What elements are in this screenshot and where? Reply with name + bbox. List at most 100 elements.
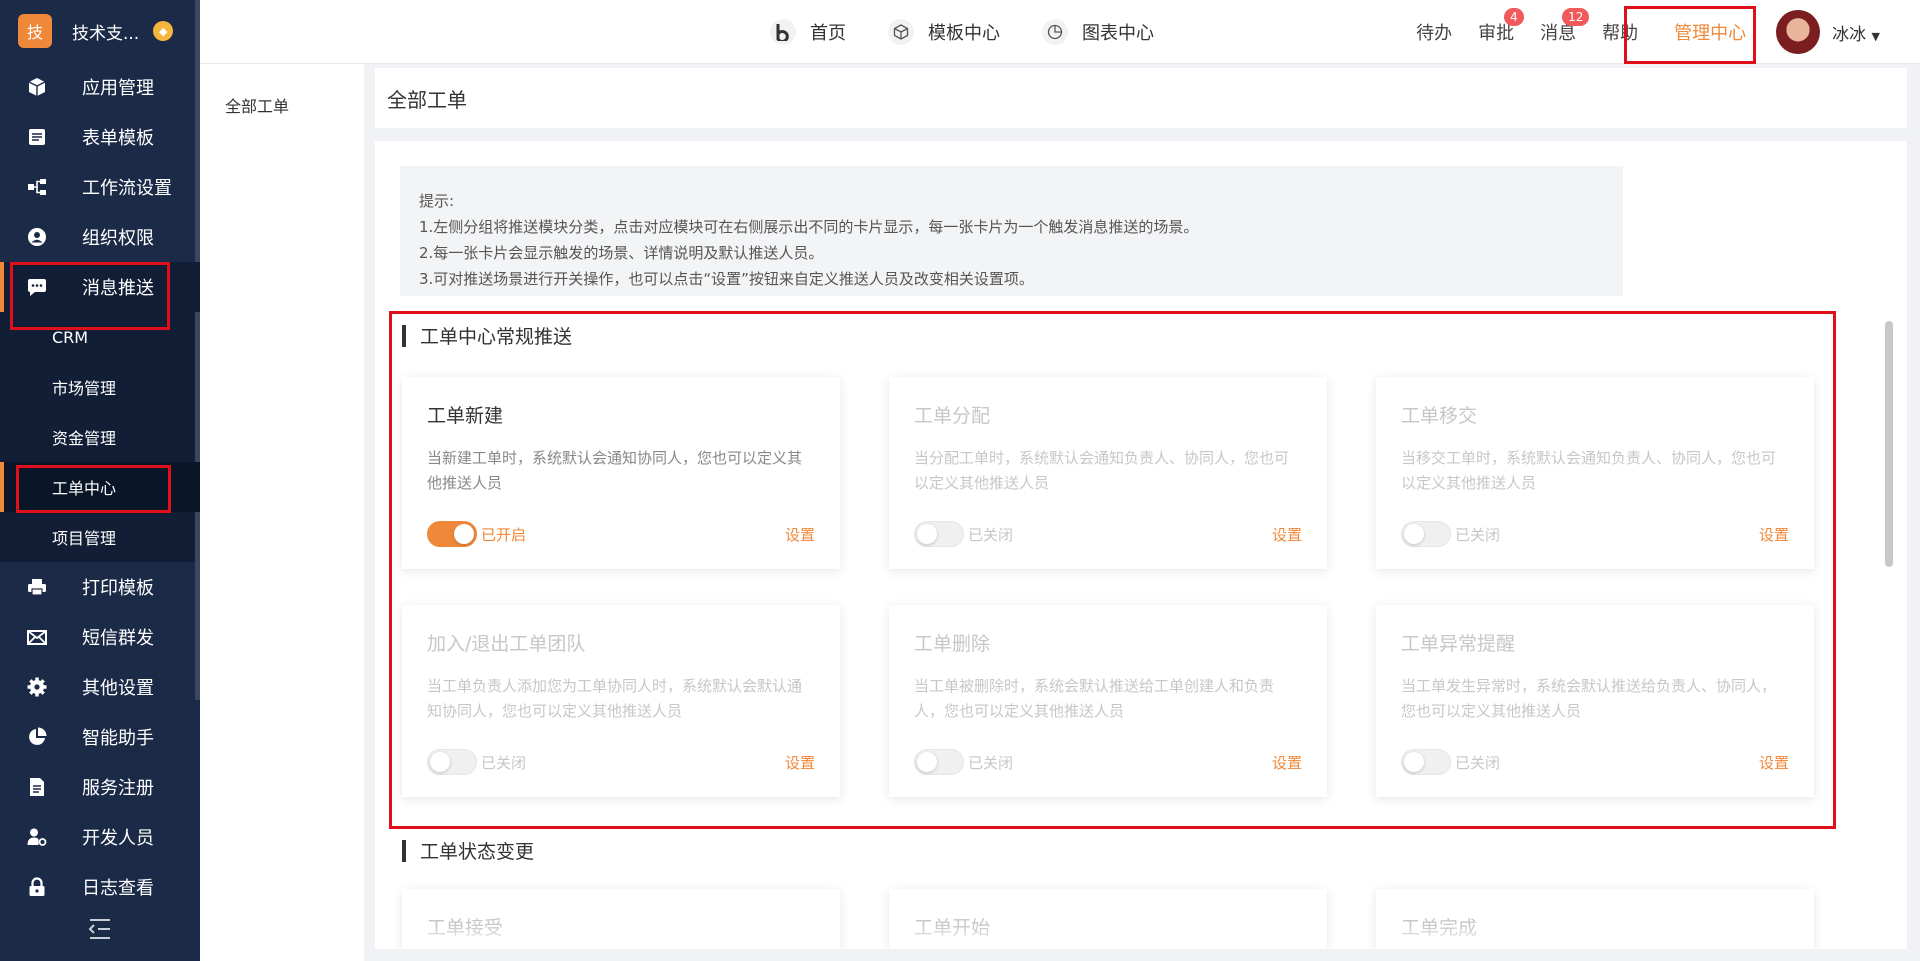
sidebar-item-workflow[interactable]: 工作流设置 bbox=[0, 162, 200, 212]
sidebar-item-label: 应用管理 bbox=[82, 78, 154, 99]
toggle-group: 已关闭 bbox=[1401, 749, 1500, 775]
sidebar-item-label: 日志查看 bbox=[82, 878, 154, 899]
top-nav-label: 图表中心 bbox=[1082, 23, 1154, 44]
push-toggle[interactable] bbox=[1401, 521, 1451, 547]
toggle-status: 已关闭 bbox=[481, 753, 527, 772]
cube-outline-icon bbox=[888, 19, 914, 45]
card-title: 工单异常提醒 bbox=[1401, 633, 1516, 655]
settings-link[interactable]: 设置 bbox=[1759, 752, 1789, 773]
toggle-group: 已关闭 bbox=[914, 749, 1013, 775]
sidebar-submenu: CRM 市场管理 资金管理 工单中心 项目管理 bbox=[0, 312, 200, 562]
sidebar-item-logs[interactable]: 日志查看 bbox=[0, 862, 200, 912]
toggle-status: 已开启 bbox=[481, 525, 527, 544]
sidebar-item-org-permissions[interactable]: 组织权限 bbox=[0, 212, 200, 262]
lock-icon bbox=[26, 876, 48, 898]
push-toggle[interactable] bbox=[427, 521, 477, 547]
user-menu[interactable]: 冰冰 ▼ bbox=[1832, 20, 1880, 45]
settings-link[interactable]: 设置 bbox=[785, 752, 815, 773]
top-nav-template-center[interactable]: 模板中心 bbox=[888, 19, 1000, 45]
sidebar-subitem-crm[interactable]: CRM bbox=[0, 312, 200, 362]
sidebar-item-label: 消息推送 bbox=[82, 278, 154, 299]
sidebar-subitem-projects[interactable]: 项目管理 bbox=[0, 512, 200, 562]
toggle-knob bbox=[454, 524, 474, 544]
toggle-group: 已关闭 bbox=[1401, 521, 1500, 547]
settings-link[interactable]: 设置 bbox=[785, 524, 815, 545]
sidebar-item-label: 其他设置 bbox=[82, 678, 154, 699]
document-icon bbox=[26, 776, 48, 798]
todo-link[interactable]: 待办 bbox=[1416, 19, 1452, 45]
top-nav-chart-center[interactable]: 图表中心 bbox=[1042, 19, 1154, 45]
card-footer: 已关闭 设置 bbox=[914, 749, 1302, 775]
top-nav-home[interactable]: 首页 bbox=[770, 19, 846, 45]
messages-label: 消息 bbox=[1540, 23, 1577, 44]
content-scrollbar[interactable] bbox=[1885, 321, 1893, 567]
tips-line: 1.左侧分组将推送模块分类，点击对应模块可在右侧展示出不同的卡片显示，每一张卡片… bbox=[419, 218, 1199, 236]
avatar[interactable] bbox=[1776, 10, 1821, 54]
sidebar-item-message-push[interactable]: 消息推送 bbox=[0, 262, 200, 312]
messages-link[interactable]: 消息 12 bbox=[1540, 8, 1590, 45]
sidebar-subitem-marketing[interactable]: 市场管理 bbox=[0, 362, 200, 412]
card-title: 工单分配 bbox=[914, 405, 991, 427]
section-title: 工单中心常规推送 bbox=[402, 322, 572, 349]
settings-link[interactable]: 设置 bbox=[1759, 524, 1789, 545]
developer-icon bbox=[26, 826, 48, 848]
section-title-text: 工单中心常规推送 bbox=[420, 326, 573, 348]
toggle-group: 已关闭 bbox=[427, 749, 526, 775]
brand[interactable]: 技 技术支... ◆ bbox=[0, 0, 200, 62]
sidebar-item-print-templates[interactable]: 打印模板 bbox=[0, 562, 200, 612]
card-title: 加入/退出工单团队 bbox=[427, 633, 586, 655]
card-title: 工单删除 bbox=[914, 633, 991, 655]
collapse-menu-icon[interactable] bbox=[88, 918, 112, 940]
toggle-knob bbox=[917, 524, 937, 544]
card-description: 当新建工单时，系统默认会通知协同人，您也可以定义其他推送人员 bbox=[427, 449, 803, 492]
all-work-orders-item[interactable]: 全部工单 bbox=[200, 64, 364, 146]
sidebar-item-sms[interactable]: 短信群发 bbox=[0, 612, 200, 662]
push-card-start: 工单开始 bbox=[889, 889, 1327, 949]
push-toggle[interactable] bbox=[914, 749, 964, 775]
card-footer: 已关闭 设置 bbox=[1401, 749, 1789, 775]
sidebar-item-other-settings[interactable]: 其他设置 bbox=[0, 662, 200, 712]
work-order-panel: 全部工单 bbox=[200, 64, 364, 961]
brand-name: 技术支... bbox=[72, 23, 140, 44]
help-link[interactable]: 帮助 bbox=[1602, 19, 1638, 45]
card-footer: 已关闭 设置 bbox=[1401, 521, 1789, 547]
sidebar-item-service-registration[interactable]: 服务注册 bbox=[0, 762, 200, 812]
toggle-knob bbox=[1404, 752, 1424, 772]
sidebar-subitem-work-orders[interactable]: 工单中心 bbox=[0, 462, 200, 512]
sidebar-item-assistant[interactable]: 智能助手 bbox=[0, 712, 200, 762]
admin-center-link[interactable]: 管理中心 bbox=[1674, 19, 1746, 45]
messages-badge: 12 bbox=[1562, 8, 1590, 26]
sidebar-subitem-label: 工单中心 bbox=[52, 479, 117, 498]
approval-label: 审批 bbox=[1478, 23, 1515, 44]
push-toggle[interactable] bbox=[1401, 749, 1451, 775]
sidebar-item-form-templates[interactable]: 表单模板 bbox=[0, 112, 200, 162]
card-footer: 已关闭 设置 bbox=[427, 749, 815, 775]
sidebar-item-developers[interactable]: 开发人员 bbox=[0, 812, 200, 862]
card-description: 当分配工单时，系统默认会通知负责人、协同人，您也可以定义其他推送人员 bbox=[914, 449, 1290, 492]
sidebar-subitem-label: 项目管理 bbox=[52, 529, 117, 548]
workflow-icon bbox=[26, 176, 48, 198]
help-label: 帮助 bbox=[1602, 23, 1639, 44]
toggle-knob bbox=[1404, 524, 1424, 544]
pie-icon bbox=[26, 726, 48, 748]
sidebar-item-label: 服务注册 bbox=[82, 778, 154, 799]
cube-icon bbox=[26, 76, 48, 98]
sidebar-subitem-finance[interactable]: 资金管理 bbox=[0, 412, 200, 462]
push-toggle[interactable] bbox=[427, 749, 477, 775]
sidebar: 技 技术支... ◆ 应用管理 表单模板 工作流设置 组织权限 消息推送 CRM… bbox=[0, 0, 200, 961]
approval-link[interactable]: 审批 4 bbox=[1478, 8, 1524, 45]
section-title: 工单状态变更 bbox=[402, 837, 534, 864]
toggle-group: 已开启 bbox=[427, 521, 526, 547]
settings-link[interactable]: 设置 bbox=[1272, 524, 1302, 545]
sidebar-item-label: 工作流设置 bbox=[82, 178, 172, 199]
card-title: 工单新建 bbox=[427, 405, 504, 427]
diamond-icon: ◆ bbox=[153, 21, 174, 41]
sidebar-item-label: 打印模板 bbox=[82, 578, 154, 599]
sidebar-item-label: 短信群发 bbox=[82, 628, 154, 649]
b-logo-icon bbox=[770, 19, 796, 45]
sidebar-item-apps[interactable]: 应用管理 bbox=[0, 62, 200, 112]
topbar: 首页 模板中心 图表中心 待办 审批 4 消息 12 帮助 管理中心 冰冰 ▼ bbox=[200, 0, 1920, 64]
main-content: 提示: 1.左侧分组将推送模块分类，点击对应模块可在右侧展示出不同的卡片显示，每… bbox=[375, 141, 1907, 949]
push-toggle[interactable] bbox=[914, 521, 964, 547]
settings-link[interactable]: 设置 bbox=[1272, 752, 1302, 773]
